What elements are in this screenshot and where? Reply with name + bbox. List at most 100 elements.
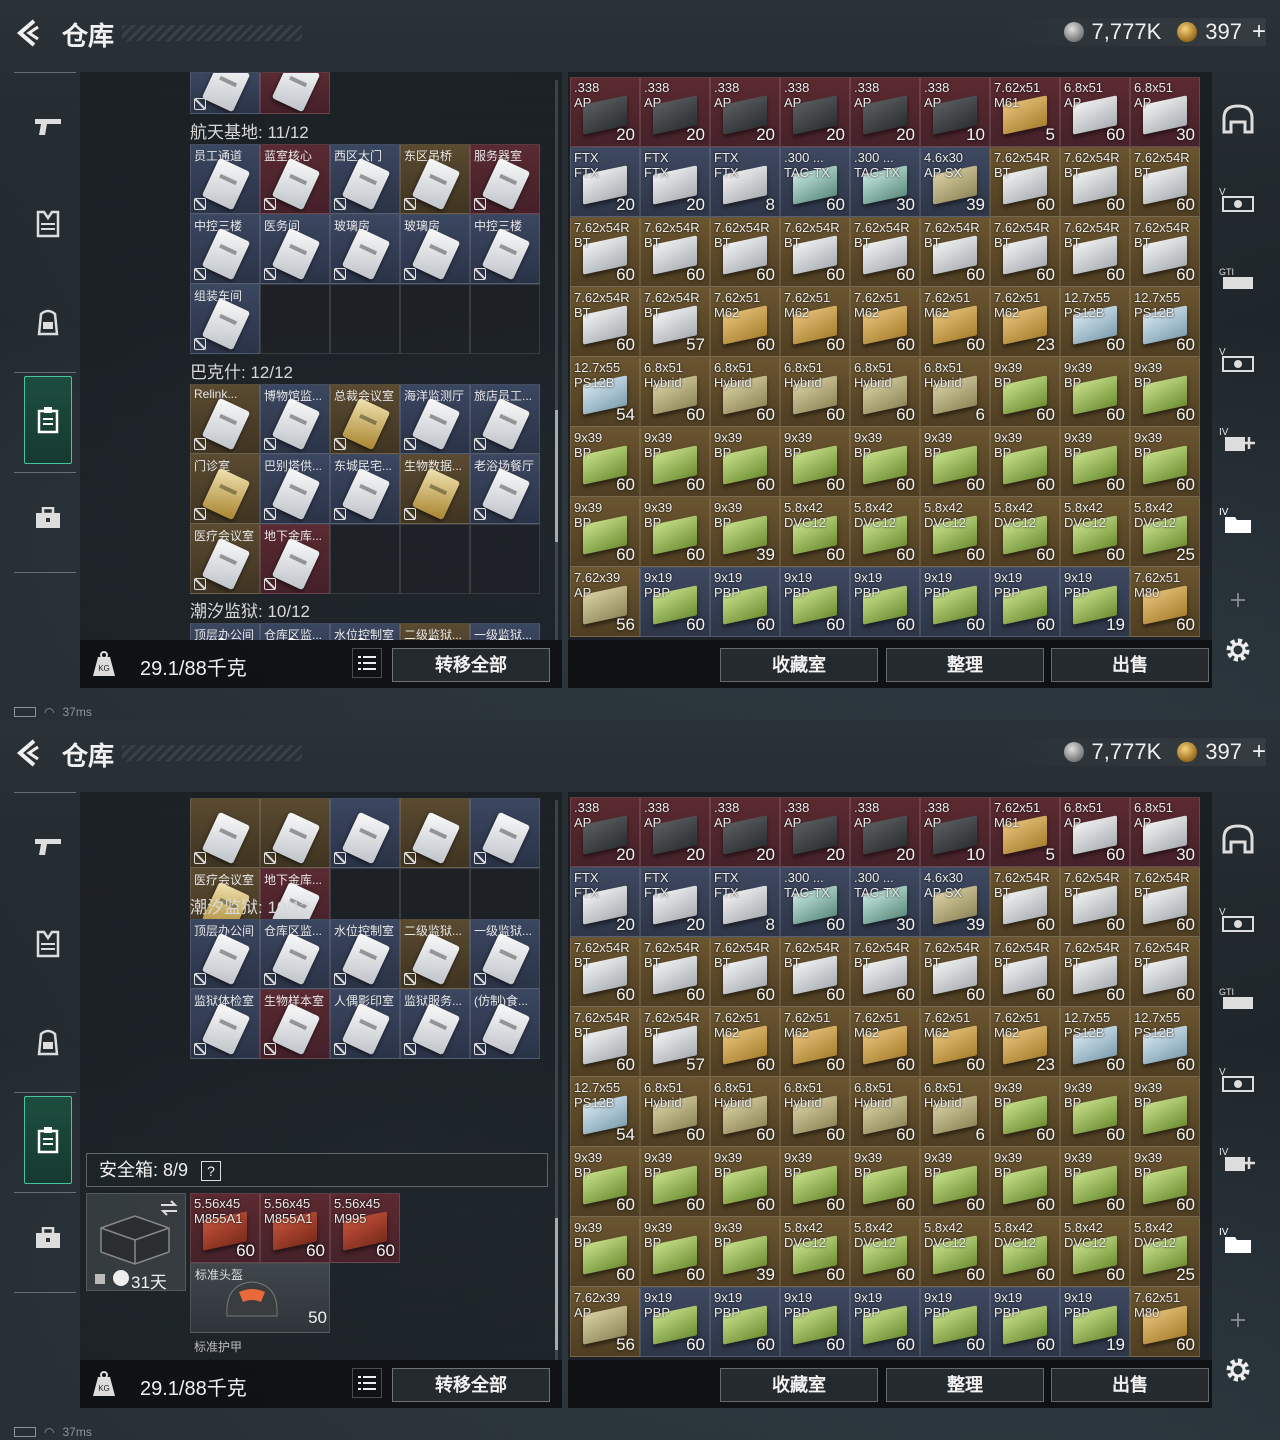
ammo-item[interactable]: 9x39 BP 60: [920, 1147, 990, 1217]
keycard-slot[interactable]: 医疗会议室: [190, 524, 260, 594]
transfer-all-button[interactable]: 转移全部: [392, 1368, 550, 1402]
nav-armor[interactable]: [24, 194, 72, 254]
ammo-item[interactable]: 4.6x30 AP SX 39: [920, 147, 990, 217]
keycard-slot[interactable]: 顶层办公间: [190, 919, 260, 989]
ammo-item[interactable]: 9x19 PBP 60: [990, 1287, 1060, 1357]
ammo-item[interactable]: 9x39 BP 60: [990, 1077, 1060, 1147]
ammo-item[interactable]: 9x19 PBP 60: [850, 1287, 920, 1357]
keycard-slot[interactable]: 博物馆监...: [260, 384, 330, 454]
nav-armor[interactable]: [24, 914, 72, 974]
ammo-item[interactable]: 9x19 PBP 60: [990, 567, 1060, 637]
keycard-slot[interactable]: [400, 798, 470, 868]
safebox-ammo[interactable]: 5.56x45 M995 60: [330, 1193, 400, 1263]
ammo-item[interactable]: 5.8x42 DVC12 25: [1130, 1217, 1200, 1287]
ammo-item[interactable]: 12.7x55 PS12B 60: [1130, 1007, 1200, 1077]
ammo-item[interactable]: FTX FTX 20: [640, 867, 710, 937]
empty-slot[interactable]: [330, 524, 400, 594]
ammo-item[interactable]: 5.8x42 DVC12 60: [780, 1217, 850, 1287]
ammo-item[interactable]: 9x39 BP 60: [570, 427, 640, 497]
ammo-item[interactable]: 7.62x54R BT 60: [990, 867, 1060, 937]
back-icon[interactable]: [14, 18, 44, 48]
nav-backpack[interactable]: [24, 1012, 72, 1072]
ammo-item[interactable]: 9x19 PBP 60: [710, 1287, 780, 1357]
scrollbar-thumb[interactable]: [555, 1218, 558, 1350]
ammo-item[interactable]: 7.62x51 M61 5: [990, 797, 1060, 867]
ammo-item[interactable]: 7.62x51 M62 23: [990, 1007, 1060, 1077]
ammo-item[interactable]: 9x39 BP 60: [990, 427, 1060, 497]
keycard-slot[interactable]: 医务间: [260, 214, 330, 284]
ammo-item[interactable]: 7.62x54R BT 60: [990, 147, 1060, 217]
filter-tier-iv-folder[interactable]: IV: [1218, 1220, 1258, 1260]
keycard-slot[interactable]: Relink...: [190, 384, 260, 454]
ammo-item[interactable]: 9x19 PBP 60: [640, 567, 710, 637]
ammo-item[interactable]: 9x39 BP 60: [1130, 427, 1200, 497]
nav-weapon[interactable]: [24, 816, 72, 876]
ammo-item[interactable]: 9x39 BP 60: [710, 1147, 780, 1217]
ammo-item[interactable]: 7.62x54R BT 60: [850, 217, 920, 287]
filter-tier-iv[interactable]: IV: [1218, 1140, 1258, 1180]
ammo-item[interactable]: 7.62x51 M62 60: [920, 287, 990, 357]
settings-button[interactable]: [1218, 1350, 1258, 1390]
ammo-item[interactable]: .338 AP 10: [920, 797, 990, 867]
filter-tier-g[interactable]: GTI: [1218, 260, 1258, 300]
ammo-item[interactable]: .338 AP 20: [850, 797, 920, 867]
transfer-all-button[interactable]: 转移全部: [392, 648, 550, 682]
ammo-item[interactable]: 7.62x51 M61 5: [990, 77, 1060, 147]
keycard-slot[interactable]: 东区吊桥: [400, 144, 470, 214]
keycard-slot[interactable]: 顶层办公间: [190, 623, 260, 640]
keycard-slot[interactable]: 玻璃房: [330, 214, 400, 284]
ammo-item[interactable]: 6.8x51 Hybrid 60: [640, 357, 710, 427]
ammo-item[interactable]: 7.62x51 M62 60: [780, 287, 850, 357]
ammo-item[interactable]: 7.62x54R BT 60: [780, 937, 850, 1007]
ammo-item[interactable]: 5.8x42 DVC12 60: [1060, 497, 1130, 567]
keycard-slot[interactable]: [260, 72, 330, 114]
ammo-item[interactable]: 7.62x39 AP 56: [570, 567, 640, 637]
keycard-slot[interactable]: 蓝室核心: [260, 144, 330, 214]
ammo-item[interactable]: 9x19 PBP 60: [780, 567, 850, 637]
keycard-slot[interactable]: 仓库区监...: [260, 623, 330, 640]
ammo-item[interactable]: 6.8x51 Hybrid 60: [850, 357, 920, 427]
empty-slot[interactable]: [470, 284, 540, 354]
safebox-ammo[interactable]: 5.56x45 M855A1 60: [260, 1193, 330, 1263]
ammo-item[interactable]: 9x39 BP 39: [710, 497, 780, 567]
ammo-item[interactable]: 9x39 BP 60: [1130, 1077, 1200, 1147]
ammo-item[interactable]: .338 AP 10: [920, 77, 990, 147]
keycard-slot[interactable]: 水位控制室: [330, 919, 400, 989]
ammo-item[interactable]: 6.8x51 Hybrid 6: [920, 1077, 990, 1147]
keycard-slot[interactable]: 二级监狱...: [400, 623, 470, 640]
ammo-item[interactable]: 6.8x51 Hybrid 60: [710, 357, 780, 427]
collection-button[interactable]: 收藏室: [720, 648, 878, 682]
keycard-slot[interactable]: 生物数据...: [400, 454, 470, 524]
ammo-item[interactable]: 12.7x55 PS12B 54: [570, 357, 640, 427]
keycard-slot[interactable]: 组装车间: [190, 284, 260, 354]
ammo-item[interactable]: 5.8x42 DVC12 25: [1130, 497, 1200, 567]
filter-tier-v-2[interactable]: V: [1218, 1060, 1258, 1100]
keycard-slot[interactable]: 一级监狱...: [470, 919, 540, 989]
ammo-item[interactable]: 9x39 BP 60: [640, 1147, 710, 1217]
ammo-item[interactable]: 7.62x54R BT 60: [920, 937, 990, 1007]
keycard-slot[interactable]: 中控三楼: [470, 214, 540, 284]
ammo-item[interactable]: 9x39 BP 60: [1060, 1147, 1130, 1217]
ammo-item[interactable]: .338 AP 20: [850, 77, 920, 147]
ammo-item[interactable]: 6.8x51 Hybrid 60: [780, 357, 850, 427]
helmet-slot[interactable]: 标准头盔 50: [190, 1263, 330, 1333]
ammo-item[interactable]: 6.8x51 AP 60: [1060, 797, 1130, 867]
ammo-item[interactable]: 9x19 PBP 60: [850, 567, 920, 637]
swap-icon[interactable]: [159, 1200, 179, 1216]
add-filter-button[interactable]: [1218, 1300, 1258, 1340]
ammo-item[interactable]: 7.62x51 M62 23: [990, 287, 1060, 357]
ammo-item[interactable]: 9x19 PBP 60: [640, 1287, 710, 1357]
nav-toolbox[interactable]: [24, 1208, 72, 1268]
ammo-item[interactable]: 9x19 PBP 19: [1060, 1287, 1130, 1357]
filter-helmet[interactable]: [1218, 100, 1258, 140]
keycard-slot[interactable]: 巴别塔供...: [260, 454, 330, 524]
ammo-item[interactable]: 9x19 PBP 60: [780, 1287, 850, 1357]
ammo-item[interactable]: 7.62x51 M80 60: [1130, 1287, 1200, 1357]
ammo-item[interactable]: 9x39 BP 60: [850, 1147, 920, 1217]
keycard-slot[interactable]: 仓库区监...: [260, 919, 330, 989]
ammo-item[interactable]: 5.8x42 DVC12 60: [850, 1217, 920, 1287]
keycard-slot[interactable]: [470, 798, 540, 868]
keycard-slot[interactable]: 总裁会议室: [330, 384, 400, 454]
keycard-slot[interactable]: [260, 798, 330, 868]
ammo-item[interactable]: 7.62x54R BT 60: [1060, 147, 1130, 217]
